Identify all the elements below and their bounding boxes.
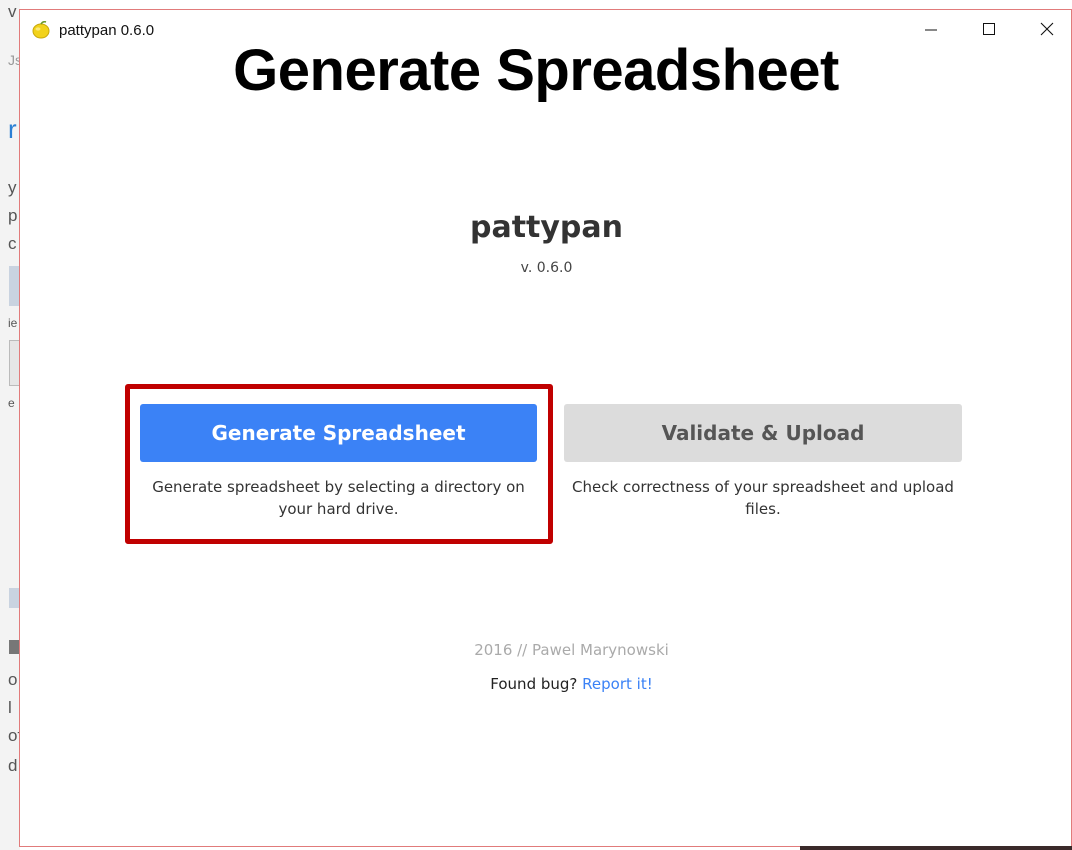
version-label: v. 0.6.0 bbox=[520, 260, 573, 276]
background-text: v bbox=[8, 2, 17, 21]
bug-prompt: Found bug? bbox=[490, 675, 578, 693]
background-text: e bbox=[8, 396, 15, 410]
background-text: c bbox=[8, 234, 17, 253]
footer-credit: 2016 // Pawel Marynowski bbox=[474, 641, 669, 659]
app-window: pattypan 0.6.0 pattypan v. 0.6.0 Generat… bbox=[19, 9, 1072, 847]
background-text: d bbox=[8, 756, 18, 775]
footer-bug-report: Found bug? Report it! bbox=[20, 675, 1072, 693]
background-text: ie bbox=[8, 316, 18, 330]
background-edge bbox=[800, 846, 1072, 850]
validate-upload-button[interactable]: Validate & Upload bbox=[564, 404, 962, 462]
validate-upload-description: Check correctness of your spreadsheet an… bbox=[572, 478, 954, 518]
background-text: l bbox=[8, 698, 12, 717]
background-text: y bbox=[8, 178, 17, 197]
background-app: v Js r y p c ie e o l of d bbox=[0, 0, 20, 850]
highlight-box bbox=[125, 384, 553, 544]
background-text: p bbox=[8, 206, 18, 225]
background-text: o bbox=[8, 670, 18, 689]
background-text: r bbox=[8, 114, 17, 144]
overlay-caption: Generate Spreadsheet bbox=[233, 38, 839, 103]
app-name-heading: pattypan bbox=[469, 210, 624, 245]
report-bug-link[interactable]: Report it! bbox=[582, 675, 653, 693]
